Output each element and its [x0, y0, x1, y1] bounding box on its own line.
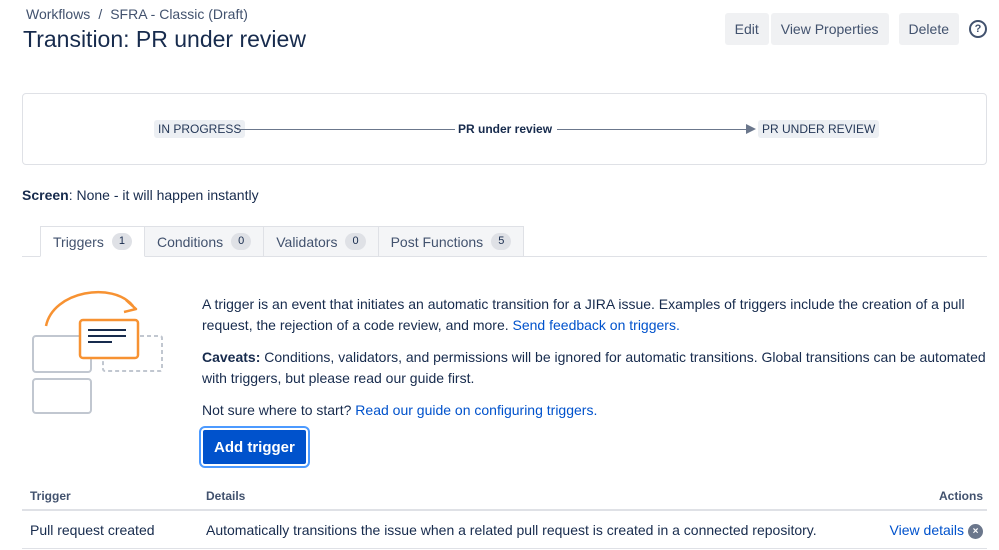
trigger-details: Automatically transitions the issue when…: [198, 510, 874, 549]
help-icon[interactable]: ?: [969, 20, 987, 38]
box-bottom: [32, 378, 92, 414]
screen-info: Screen: None - it will happen instantly: [22, 187, 259, 203]
to-status-lozenge: PR UNDER REVIEW: [758, 120, 880, 138]
guide-paragraph: Not sure where to start? Read our guide …: [202, 400, 992, 421]
transition-name: PR under review: [458, 122, 553, 136]
card-moving: [78, 318, 140, 360]
tab-validators[interactable]: Validators 0: [264, 226, 379, 257]
caveats-text: Conditions, validators, and permissions …: [202, 349, 986, 386]
transition-diagram: IN PROGRESS PR under review PR UNDER REV…: [22, 93, 987, 165]
edit-properties-group: Edit View Properties: [724, 13, 889, 45]
table-row: Pull request created Automatically trans…: [22, 510, 987, 549]
feedback-link[interactable]: Send feedback on triggers.: [513, 317, 680, 333]
trigger-illustration: [32, 291, 163, 414]
tab-label: Triggers: [53, 233, 104, 250]
tab-triggers[interactable]: Triggers 1: [40, 226, 145, 257]
intro-paragraph: A trigger is an event that initiates an …: [202, 294, 992, 336]
triggers-table: Trigger Details Actions Pull request cre…: [22, 484, 987, 549]
tab-label: Validators: [276, 233, 338, 250]
page-title: Transition: PR under review: [23, 26, 306, 52]
table-header-row: Trigger Details Actions: [22, 484, 987, 511]
header-trigger: Trigger: [22, 484, 198, 511]
tab-conditions[interactable]: Conditions 0: [144, 226, 265, 257]
page-actions: Edit View Properties Delete ?: [724, 13, 987, 45]
breadcrumb-workflow-name[interactable]: SFRA - Classic (Draft): [110, 6, 248, 22]
transition-line-left: [237, 129, 455, 130]
remove-icon[interactable]: ×: [968, 523, 983, 539]
header-details: Details: [198, 484, 874, 511]
tab-count-badge: 0: [345, 233, 366, 250]
view-properties-button[interactable]: View Properties: [770, 13, 889, 45]
delete-button[interactable]: Delete: [898, 13, 959, 45]
add-trigger-button[interactable]: Add trigger: [199, 426, 310, 468]
breadcrumb-workflows[interactable]: Workflows: [26, 6, 90, 22]
edit-button[interactable]: Edit: [724, 13, 769, 45]
view-details-link[interactable]: View details: [890, 522, 964, 538]
breadcrumb-separator: /: [98, 6, 103, 22]
tab-count-badge: 1: [111, 233, 132, 250]
screen-label: Screen: [22, 187, 69, 203]
transition-line-right: [557, 129, 747, 130]
triggers-description: A trigger is an event that initiates an …: [202, 294, 992, 432]
trigger-actions: View details ×: [873, 510, 987, 549]
trigger-name: Pull request created: [22, 510, 198, 549]
caveats-label: Caveats:: [202, 349, 261, 365]
guide-link[interactable]: Read our guide on configuring triggers.: [355, 402, 597, 418]
screen-value: : None - it will happen instantly: [68, 187, 259, 203]
guide-prompt: Not sure where to start?: [202, 402, 356, 418]
breadcrumb: Workflows / SFRA - Classic (Draft): [26, 6, 248, 22]
tab-count-badge: 5: [491, 233, 512, 250]
header-actions: Actions: [873, 484, 987, 511]
caveats-paragraph: Caveats: Conditions, validators, and per…: [202, 347, 992, 389]
tab-post-functions[interactable]: Post Functions 5: [378, 226, 525, 257]
from-status-lozenge: IN PROGRESS: [154, 120, 246, 138]
tab-label: Post Functions: [390, 233, 484, 250]
tab-count-badge: 0: [231, 233, 252, 250]
arrow-right-icon: [746, 124, 756, 134]
transition-tabs: Triggers 1 Conditions 0 Validators 0 Pos…: [40, 226, 525, 257]
tab-label: Conditions: [156, 233, 224, 250]
